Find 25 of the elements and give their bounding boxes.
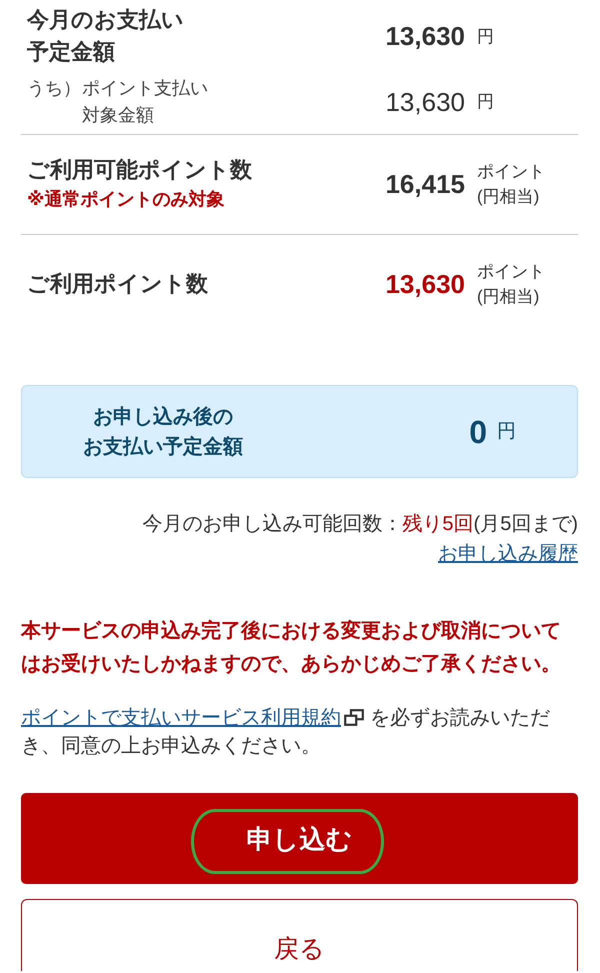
terms-link[interactable]: ポイントで支払いサービス利用規約	[21, 707, 341, 729]
cancellation-warning-text: 本サービスの申込み完了後における変更および取消についてはお受けいたしかねますので、あらかじめご了承ください。	[21, 618, 562, 677]
unit-label: ポイント (円相当)	[477, 161, 546, 208]
points-note: ※通常ポイントのみ対象	[27, 188, 226, 211]
payment-after-amount: 0	[468, 414, 487, 450]
amount-value: 13,630	[385, 20, 465, 52]
summary-label: ご利用ポイント数	[27, 270, 209, 298]
external-link-icon	[344, 709, 364, 726]
unit-label: ポイント (円相当)	[477, 261, 546, 308]
unit-label: 円	[477, 91, 495, 113]
breakdown-label: ポイント支払い 対象金額	[82, 76, 208, 126]
payment-after-unit: 円	[497, 420, 517, 444]
amount-value: 13,630	[385, 86, 465, 118]
summary-label: 今月のお支払い 予定金額	[27, 6, 185, 66]
amount-value: 13,630	[385, 268, 465, 300]
application-count-text: 今月のお申し込み可能回数：残り5回(月5回まで)	[141, 512, 578, 537]
apply-button[interactable]: 申し込む	[21, 793, 578, 884]
payment-after-label: お申し込み後の お支払い予定金額	[82, 404, 244, 460]
breakdown-prefix: うち）	[27, 76, 82, 100]
terms-notice-text: ポイントで支払いサービス利用規約 を必ずお読みいただき、同意の上お申込みください。	[21, 706, 551, 759]
application-history-link[interactable]: お申し込み履歴	[438, 543, 578, 565]
summary-label: ご利用可能ポイント数	[27, 156, 253, 184]
unit-label: 円	[477, 26, 495, 48]
amount-value: 16,415	[385, 168, 465, 200]
back-button[interactable]: 戻る	[21, 899, 578, 971]
